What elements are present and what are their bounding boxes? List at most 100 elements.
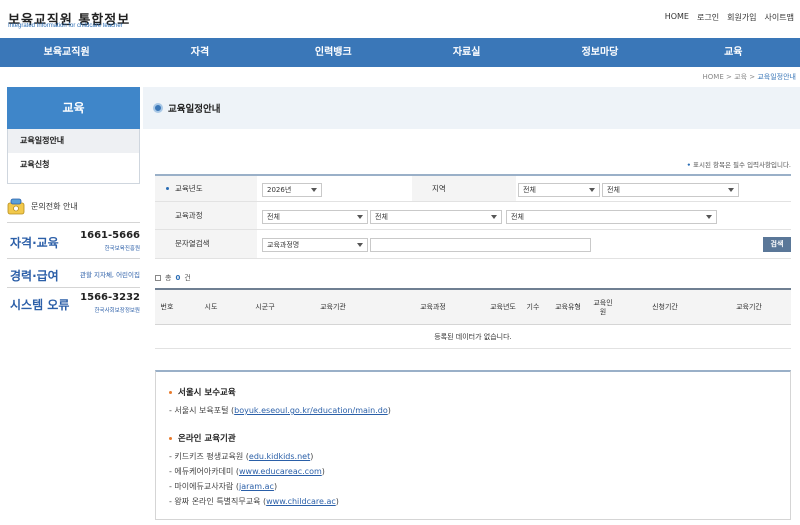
- contact-org: 한국보육진흥원: [104, 246, 140, 252]
- form-row-course: 교육과정 전체 전체 전체: [155, 202, 791, 230]
- column-header: 교육과정: [420, 303, 446, 311]
- util-sitemap-link[interactable]: 사이트맵: [765, 12, 794, 23]
- year-label-text: 교육년도: [175, 184, 203, 193]
- required-note-text: 표시된 항목은 필수 입력사항입니다.: [693, 161, 791, 169]
- breadcrumb-current: 교육일정안내: [757, 73, 796, 81]
- column-header: 시도: [204, 303, 218, 311]
- info-line-suffix: ): [310, 452, 314, 461]
- course-select-2[interactable]: 전체: [370, 210, 502, 224]
- contact-label: 자격·교육: [10, 236, 59, 250]
- title-bullet-icon: [153, 103, 163, 113]
- info-line-prefix: - 서울시 보육포털 (: [169, 406, 235, 415]
- info-box: 서울시 보수교육 - 서울시 보육포털 (boyuk.eseoul.go.kr/…: [155, 370, 791, 520]
- total-prefix: 총: [165, 274, 172, 282]
- search-button[interactable]: 검색: [763, 237, 791, 252]
- divider: [7, 258, 140, 259]
- nav-item-info[interactable]: 정보마당: [533, 38, 666, 67]
- info-line-prefix: - 마이에듀교사자람 (: [169, 482, 239, 491]
- info-line: - 마이에듀교사자람 (jaram.ac): [169, 481, 339, 492]
- breadcrumb-education[interactable]: 교육: [734, 73, 747, 81]
- header: 보육교직원 통합정보 Integrated Information for ch…: [0, 0, 800, 38]
- nav-item-staff[interactable]: 보육교직원: [0, 38, 133, 67]
- info-line-suffix: ): [387, 406, 391, 415]
- info-line: - 에듀케어아카데미 (www.educareac.com): [169, 466, 339, 477]
- nav-item-resources[interactable]: 자료실: [400, 38, 533, 67]
- phone-icon: [7, 198, 25, 215]
- page-title-bar: 교육일정안내: [143, 87, 800, 129]
- breadcrumb-separator: >: [749, 73, 756, 81]
- column-header: 시군구: [255, 303, 275, 311]
- column-header: 교육년도: [490, 303, 516, 311]
- column-header: 기수: [526, 303, 540, 311]
- info-line: - 키드키즈 평생교육원 (edu.kidkids.net): [169, 451, 339, 462]
- sidebar-item-apply[interactable]: 교육신청: [8, 153, 139, 177]
- region-label: 지역: [412, 176, 516, 201]
- column-header: 번호: [160, 303, 174, 311]
- util-login-link[interactable]: 로그인: [697, 12, 719, 23]
- region-select-2[interactable]: 전체: [602, 183, 739, 197]
- util-signup-link[interactable]: 회원가입: [727, 12, 756, 23]
- main-nav: 보육교직원 자격 인력뱅크 자료실 정보마당 교육: [0, 38, 800, 67]
- total-number: 0: [175, 274, 181, 282]
- info-line-suffix: ): [273, 482, 278, 491]
- breadcrumb-separator: >: [726, 73, 732, 81]
- info-line-prefix: - 키드키즈 평생교육원 (: [169, 452, 249, 461]
- course-select-3[interactable]: 전체: [506, 210, 717, 224]
- column-header: 교육인원: [593, 298, 613, 316]
- info-link-boyuk[interactable]: boyuk.eseoul.go.kr/education/main.do: [234, 406, 388, 415]
- info-line-prefix: - 에듀케어아카데미 (: [169, 467, 239, 476]
- contact-org: 관할 지자체, 어린이집: [79, 271, 140, 279]
- divider: [7, 287, 140, 288]
- year-label: 교육년도: [155, 176, 257, 201]
- info-line: - 서울시 보육포털 (boyuk.eseoul.go.kr/education…: [169, 405, 391, 416]
- contact-row-system: 시스템 오류 1566-3232 한국사회보장정보원: [10, 290, 140, 318]
- info-link-childcare[interactable]: www.childcare.ac: [266, 497, 336, 506]
- nav-item-education[interactable]: 교육: [667, 38, 800, 67]
- info-section-title: 온라인 교육기관: [169, 432, 339, 444]
- empty-message: 등록된 데이터가 없습니다.: [155, 325, 791, 349]
- contact-row-qualification: 자격·교육 1661-5666 한국보육진흥원: [10, 228, 140, 256]
- contact-header: 문의전화 안내: [7, 196, 140, 216]
- contact-number: 1566-3232: [80, 292, 140, 303]
- text-search-input[interactable]: [370, 238, 591, 252]
- info-line: - 왕짜 온라인 특별직무교육 (www.childcare.ac): [169, 496, 339, 507]
- breadcrumb-home[interactable]: HOME: [703, 73, 724, 81]
- contact-label: 경력·급여: [10, 269, 59, 283]
- breadcrumb: HOME > 교육 > 교육일정안내: [703, 72, 796, 82]
- contact-title: 문의전화 안내: [31, 201, 78, 211]
- contact-number: 1661-5666: [80, 230, 140, 241]
- util-home-link[interactable]: HOME: [665, 12, 689, 23]
- nav-item-jobbank[interactable]: 인력뱅크: [267, 38, 400, 67]
- course-label: 교육과정: [155, 202, 257, 229]
- info-line-suffix: ): [321, 467, 325, 476]
- required-bullet-icon: [166, 187, 169, 190]
- info-section-online: 온라인 교육기관 - 키드키즈 평생교육원 (edu.kidkids.net) …: [169, 432, 339, 507]
- info-section-title: 서울시 보수교육: [169, 386, 391, 398]
- column-header: 교육기간: [736, 303, 762, 311]
- info-title-text: 서울시 보수교육: [178, 388, 236, 398]
- bullet-icon: [169, 436, 172, 440]
- sidebar-menu: 교육일정안내 교육신청: [7, 129, 140, 184]
- column-header: 교육유형: [555, 303, 581, 311]
- contact-row-career: 경력·급여 관할 지자체, 어린이집: [10, 261, 140, 289]
- total-count: 총 0 건: [155, 273, 191, 283]
- column-header: 신청기간: [652, 303, 678, 311]
- text-search-type-select[interactable]: 교육과정명: [262, 238, 368, 252]
- form-row-year: 교육년도 2026년 지역 전체 전체: [155, 176, 791, 202]
- required-mark: •: [686, 161, 691, 169]
- total-suffix: 건: [184, 274, 191, 282]
- nav-item-qualification[interactable]: 자격: [133, 38, 266, 67]
- course-select-1[interactable]: 전체: [262, 210, 368, 224]
- search-form: 교육년도 2026년 지역 전체 전체 교육과정 전체 전체 전체 문자열검색 …: [155, 174, 791, 259]
- contact-org: 한국사회보장정보원: [94, 308, 140, 314]
- info-link-kidkids[interactable]: edu.kidkids.net: [249, 452, 310, 461]
- year-select[interactable]: 2026년: [262, 183, 322, 197]
- bullet-icon: [169, 390, 172, 394]
- region-select-1[interactable]: 전체: [518, 183, 600, 197]
- schedule-table: 번호 시도 시군구 교육기관 교육과정 교육년도 기수 교육유형 교육인원 신청…: [155, 288, 791, 349]
- info-link-educare[interactable]: www.educareac.com: [239, 467, 322, 476]
- sidebar-item-schedule[interactable]: 교육일정안내: [8, 129, 139, 153]
- info-link-jaram[interactable]: jaram.ac: [239, 482, 274, 491]
- info-line-suffix: ): [335, 497, 339, 506]
- utility-nav: HOME 로그인 회원가입 사이트맵: [665, 12, 794, 23]
